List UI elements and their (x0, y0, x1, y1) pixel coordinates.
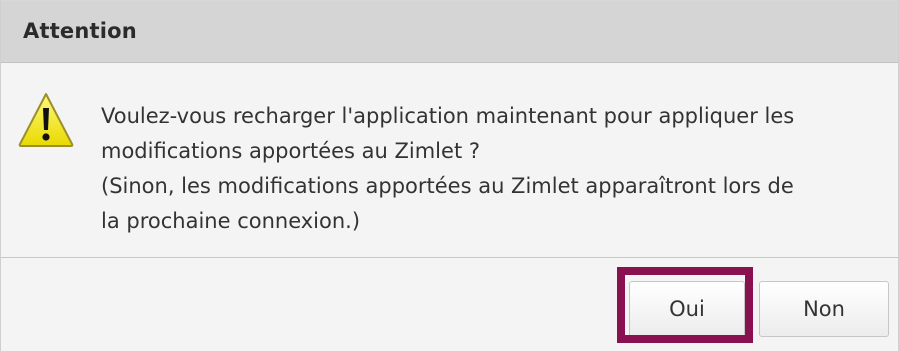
dialog-title: Attention (23, 19, 137, 43)
message-line: la prochaine connexion.) (101, 209, 361, 233)
dialog-separator (1, 257, 898, 258)
warning-icon (17, 91, 75, 149)
message-line: modifications apportées au Zimlet ? (101, 139, 480, 163)
message-line: Voulez-vous recharger l'application main… (101, 104, 795, 128)
yes-button[interactable]: Oui (629, 281, 745, 337)
dialog-titlebar[interactable]: Attention (1, 1, 898, 63)
message-line: (Sinon, les modifications apportées au Z… (101, 174, 794, 198)
reload-dialog: Attention Voulez-vous recharger l'applic… (0, 0, 899, 351)
no-button[interactable]: Non (759, 281, 889, 337)
dialog-message: Voulez-vous recharger l'application main… (101, 99, 871, 239)
